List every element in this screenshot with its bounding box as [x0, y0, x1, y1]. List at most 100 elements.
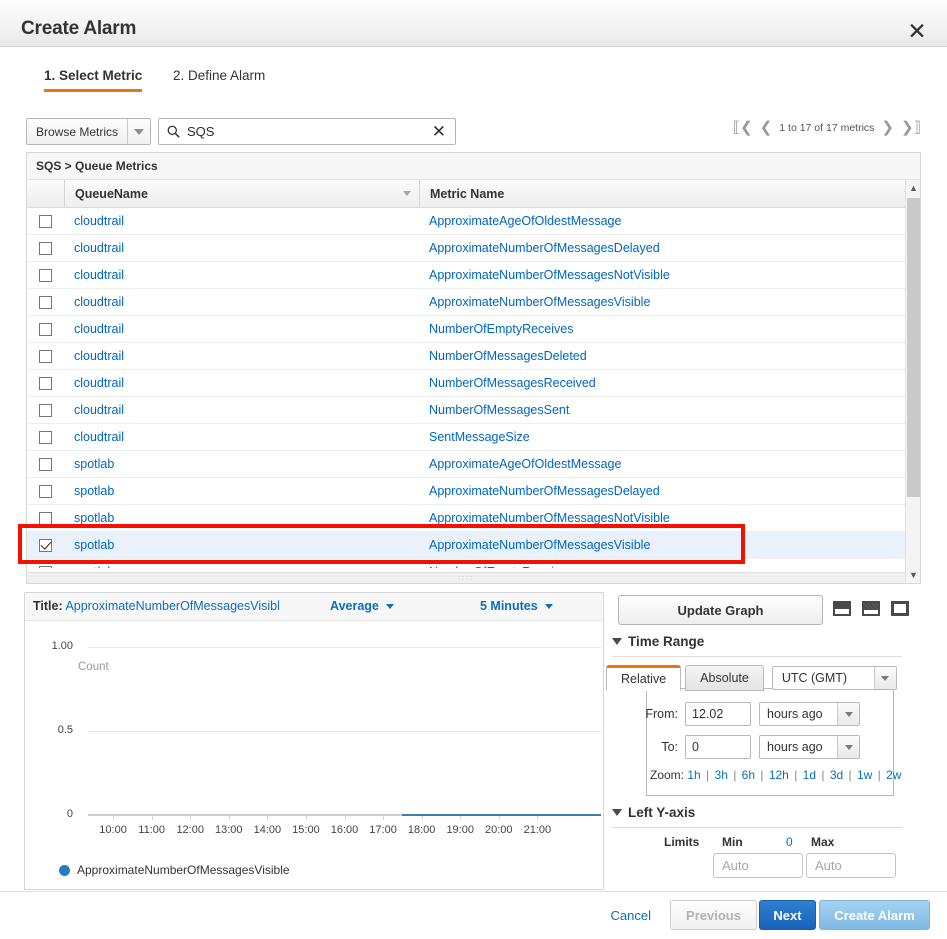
zoom-option-12h[interactable]: 12h	[769, 768, 789, 782]
zoom-option-2w[interactable]: 2w	[886, 768, 901, 782]
table-row[interactable]: cloudtrail NumberOfEmptyReceives	[27, 316, 920, 343]
row-checkbox[interactable]	[39, 403, 52, 417]
zoom-option-1w[interactable]: 1w	[857, 768, 872, 782]
table-row[interactable]: cloudtrail ApproximateNumberOfMessagesVis…	[27, 289, 920, 316]
search-input[interactable]: SQS ✕	[158, 118, 456, 145]
y-axis-max-input[interactable]	[806, 853, 896, 878]
table-row[interactable]: cloudtrail ApproximateNumberOfMessagesNot…	[27, 262, 920, 289]
statistic-dropdown[interactable]: Average	[330, 599, 394, 613]
horizontal-scrollbar[interactable]: ::::	[27, 572, 905, 583]
cell-metricname[interactable]: ApproximateNumberOfMessagesNotVisible	[419, 268, 920, 282]
table-row[interactable]: cloudtrail SentMessageSize	[27, 424, 920, 451]
cell-metricname[interactable]: NumberOfEmptyReceives	[419, 322, 920, 336]
cell-metricname[interactable]: NumberOfMessagesReceived	[419, 376, 920, 390]
row-checkbox[interactable]	[39, 511, 52, 525]
cell-metricname[interactable]: ApproximateAgeOfOldestMessage	[419, 214, 920, 228]
table-row[interactable]: cloudtrail NumberOfMessagesReceived	[27, 370, 920, 397]
cell-queuename[interactable]: cloudtrail	[64, 295, 419, 309]
cell-queuename[interactable]: cloudtrail	[64, 241, 419, 255]
graph-size-large-icon[interactable]	[891, 601, 909, 616]
cell-metricname[interactable]: ApproximateNumberOfMessagesVisible	[419, 295, 920, 309]
row-checkbox[interactable]	[39, 241, 52, 255]
cell-metricname[interactable]: ApproximateNumberOfMessagesDelayed	[419, 484, 920, 498]
vertical-scrollbar-thumb[interactable]	[907, 198, 920, 497]
cell-metricname[interactable]: NumberOfMessagesDeleted	[419, 349, 920, 363]
table-row[interactable]: cloudtrail ApproximateNumberOfMessagesDel…	[27, 235, 920, 262]
row-checkbox[interactable]	[39, 295, 52, 309]
vertical-scrollbar[interactable]: ▲ ▼	[905, 180, 920, 583]
table-row[interactable]: cloudtrail NumberOfMessagesSent	[27, 397, 920, 424]
cell-queuename[interactable]: cloudtrail	[64, 268, 419, 282]
cell-queuename[interactable]: cloudtrail	[64, 376, 419, 390]
first-page-icon[interactable]: ⟦❮	[733, 120, 753, 135]
cell-metricname[interactable]: ApproximateAgeOfOldestMessage	[419, 457, 920, 471]
cell-metricname[interactable]: SentMessageSize	[419, 430, 920, 444]
cell-metricname[interactable]: NumberOfMessagesSent	[419, 403, 920, 417]
browse-metrics-dropdown[interactable]: Browse Metrics	[26, 118, 152, 145]
to-unit-select[interactable]: hours ago	[759, 735, 860, 759]
y-axis-min-input[interactable]	[713, 853, 803, 878]
zoom-option-3d[interactable]: 3d	[830, 768, 843, 782]
table-row[interactable]: spotlabNumberOfEmptyReceives	[27, 559, 920, 568]
scroll-down-icon[interactable]: ▼	[906, 567, 920, 583]
timezone-select[interactable]: UTC (GMT)	[771, 666, 897, 690]
graph-size-medium-icon[interactable]	[862, 601, 880, 616]
column-header-metricname[interactable]: Metric Name	[419, 180, 920, 207]
tab-relative[interactable]: Relative	[606, 665, 682, 691]
scroll-up-icon[interactable]: ▲	[906, 180, 920, 196]
time-range-section-header[interactable]: Time Range	[612, 634, 704, 649]
create-alarm-button[interactable]: Create Alarm	[819, 900, 930, 930]
left-y-axis-section-header[interactable]: Left Y-axis	[612, 805, 695, 820]
cell-queuename[interactable]: spotlab	[64, 565, 419, 568]
cancel-button[interactable]: Cancel	[611, 908, 651, 923]
cell-metricname[interactable]: ApproximateNumberOfMessagesDelayed	[419, 241, 920, 255]
table-row[interactable]: spotlab ApproximateNumberOfMessagesNotVis…	[27, 505, 920, 532]
zoom-option-1d[interactable]: 1d	[803, 768, 816, 782]
tab-absolute[interactable]: Absolute	[685, 665, 764, 691]
cell-metricname[interactable]: NumberOfEmptyReceives	[419, 565, 920, 568]
graph-title[interactable]: Title: ApproximateNumberOfMessagesVisibl	[33, 599, 293, 613]
cell-metricname[interactable]: ApproximateNumberOfMessagesNotVisible	[419, 511, 920, 525]
next-button[interactable]: Next	[759, 900, 816, 930]
next-page-icon[interactable]: ❯	[881, 120, 894, 135]
row-checkbox[interactable]	[39, 565, 52, 568]
cell-queuename[interactable]: cloudtrail	[64, 430, 419, 444]
table-row[interactable]: spotlab ApproximateNumberOfMessagesVisibl…	[27, 532, 920, 559]
row-checkbox[interactable]	[39, 214, 52, 228]
row-checkbox[interactable]	[39, 322, 52, 336]
table-row[interactable]: spotlab ApproximateNumberOfMessagesDelaye…	[27, 478, 920, 505]
graph-size-small-icon[interactable]	[833, 601, 851, 616]
from-input[interactable]	[685, 702, 751, 726]
tab-select-metric[interactable]: 1. Select Metric	[44, 68, 143, 92]
prev-page-icon[interactable]: ❮	[760, 120, 773, 135]
row-checkbox[interactable]	[39, 349, 52, 363]
period-dropdown[interactable]: 5 Minutes	[480, 599, 553, 613]
row-checkbox[interactable]	[39, 484, 52, 498]
last-page-icon[interactable]: ❯⟧	[901, 120, 921, 135]
zoom-option-3h[interactable]: 3h	[715, 768, 728, 782]
to-input[interactable]	[685, 735, 751, 759]
cell-queuename[interactable]: cloudtrail	[64, 214, 419, 228]
cell-queuename[interactable]: spotlab	[64, 484, 419, 498]
row-checkbox[interactable]	[39, 457, 52, 471]
zoom-option-6h[interactable]: 6h	[742, 768, 755, 782]
cell-queuename[interactable]: cloudtrail	[64, 349, 419, 363]
clear-search-icon[interactable]: ✕	[432, 122, 446, 142]
row-checkbox-checked[interactable]	[39, 538, 52, 552]
update-graph-button[interactable]: Update Graph	[618, 595, 823, 625]
cell-queuename[interactable]: spotlab	[64, 457, 419, 471]
cell-queuename[interactable]: cloudtrail	[64, 322, 419, 336]
column-header-queuename[interactable]: QueueName	[64, 180, 419, 207]
row-checkbox[interactable]	[39, 268, 52, 282]
table-row[interactable]: cloudtrail NumberOfMessagesDeleted	[27, 343, 920, 370]
cell-queuename[interactable]: spotlab	[64, 538, 419, 552]
table-row[interactable]: cloudtrail ApproximateAgeOfOldestMessage	[27, 208, 920, 235]
sort-arrow-icon[interactable]	[403, 191, 411, 196]
close-icon[interactable]: ✕	[905, 20, 929, 44]
cell-queuename[interactable]: cloudtrail	[64, 403, 419, 417]
from-unit-select[interactable]: hours ago	[759, 702, 860, 726]
row-checkbox[interactable]	[39, 430, 52, 444]
zoom-option-1h[interactable]: 1h	[687, 768, 700, 782]
row-checkbox[interactable]	[39, 376, 52, 390]
previous-button[interactable]: Previous	[670, 900, 757, 930]
